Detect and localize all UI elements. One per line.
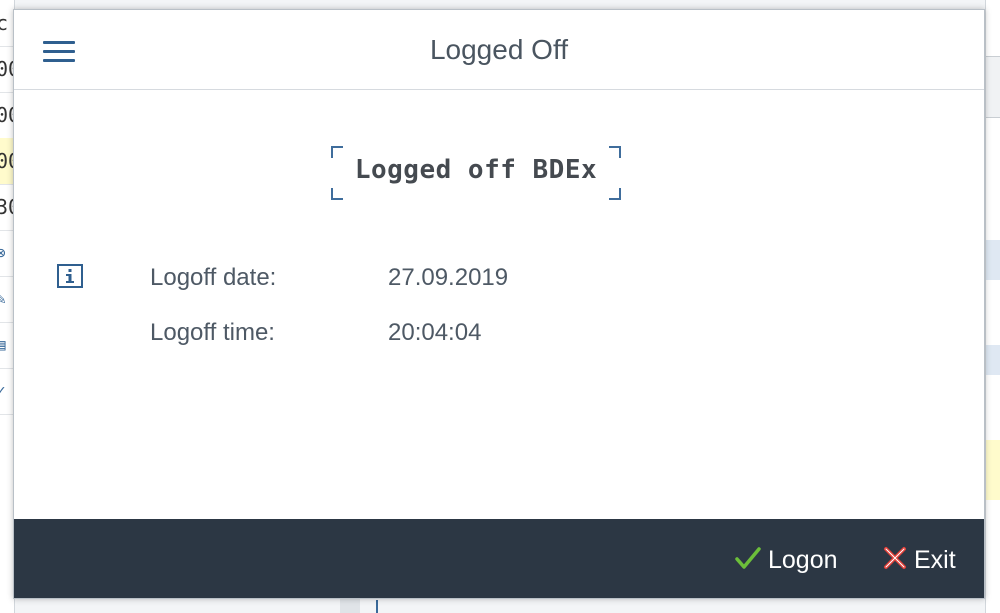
dialog-header: Logged Off: [14, 10, 984, 90]
logoff-time-label: Logoff time:: [150, 319, 275, 346]
exit-button[interactable]: Exit: [882, 543, 956, 577]
background-strip: [340, 598, 360, 613]
background-cell-icon: ⊗: [0, 230, 14, 277]
background-cell-icon: ✎: [0, 276, 14, 323]
logged-off-heading: Logged off BDEx: [354, 155, 598, 185]
logoff-time-value: 20:04:04: [388, 319, 482, 346]
exit-label: Exit: [914, 545, 956, 574]
dialog-footer: Logon Exit: [14, 519, 984, 598]
background-cell-icon: ✓: [0, 368, 14, 415]
logon-label: Logon: [768, 545, 838, 574]
logon-button[interactable]: Logon: [734, 543, 838, 577]
close-x-icon: [882, 545, 908, 576]
heading-frame: Logged off BDEx: [331, 146, 621, 200]
background-row-band: [986, 440, 1000, 500]
logoff-date-value: 27.09.2019: [388, 264, 509, 291]
background-row-band: [986, 345, 1000, 375]
logoff-date-label: Logoff date:: [150, 264, 277, 291]
background-cell-icon: ▤: [0, 322, 14, 369]
background-row-band: [986, 240, 1000, 280]
background-right-column: [985, 0, 1000, 613]
background-cell: 00: [0, 138, 14, 185]
background-cell: 00: [0, 92, 14, 139]
dialog-title: Logged Off: [429, 34, 569, 65]
background-cell: c: [0, 0, 14, 47]
logged-off-dialog: Logged Off Logged off BDEx Logoff date: …: [13, 9, 985, 599]
background-divider: [376, 600, 378, 613]
info-icon: [57, 264, 83, 288]
frame-corner: [609, 188, 621, 200]
frame-corner: [331, 188, 343, 200]
background-cell: 30: [0, 184, 14, 231]
background-cell: 00: [0, 46, 14, 93]
background-toolbar-band: [986, 56, 1000, 118]
checkmark-icon: [734, 545, 762, 576]
